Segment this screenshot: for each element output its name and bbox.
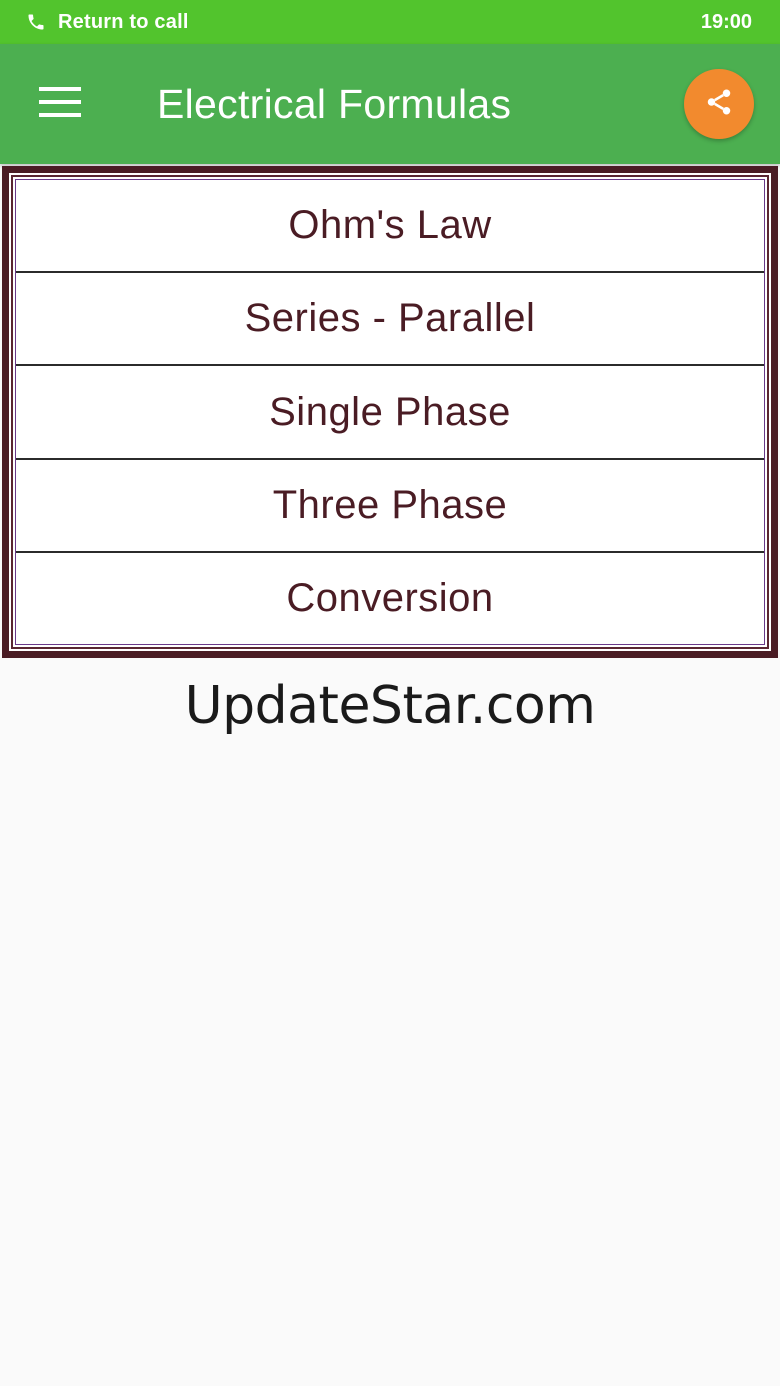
share-button[interactable] bbox=[684, 69, 754, 139]
status-time: 19:00 bbox=[700, 10, 752, 33]
formula-menu-frame: Ohm's Law Series - Parallel Single Phase… bbox=[2, 166, 778, 658]
menu-item-single-phase[interactable]: Single Phase bbox=[16, 366, 764, 460]
menu-item-series-parallel[interactable]: Series - Parallel bbox=[16, 273, 764, 367]
watermark-text: UpdateStar.com bbox=[184, 676, 596, 736]
hamburger-menu-button[interactable] bbox=[30, 80, 90, 128]
share-icon bbox=[704, 87, 734, 122]
formula-menu-list: Ohm's Law Series - Parallel Single Phase… bbox=[15, 179, 765, 645]
phone-icon bbox=[26, 12, 46, 32]
menu-item-three-phase[interactable]: Three Phase bbox=[16, 460, 764, 553]
app-title: Electrical Formulas bbox=[157, 81, 512, 127]
menu-item-conversion[interactable]: Conversion bbox=[16, 553, 764, 644]
status-bar: Return to call 19:00 bbox=[0, 0, 780, 44]
menu-item-ohms-law[interactable]: Ohm's Law bbox=[16, 180, 764, 274]
watermark-area: UpdateStar.com bbox=[0, 676, 780, 736]
return-to-call[interactable]: Return to call bbox=[26, 11, 189, 34]
hamburger-menu-icon bbox=[39, 86, 81, 122]
return-to-call-label: Return to call bbox=[58, 10, 189, 33]
app-bar: Electrical Formulas bbox=[0, 44, 780, 164]
